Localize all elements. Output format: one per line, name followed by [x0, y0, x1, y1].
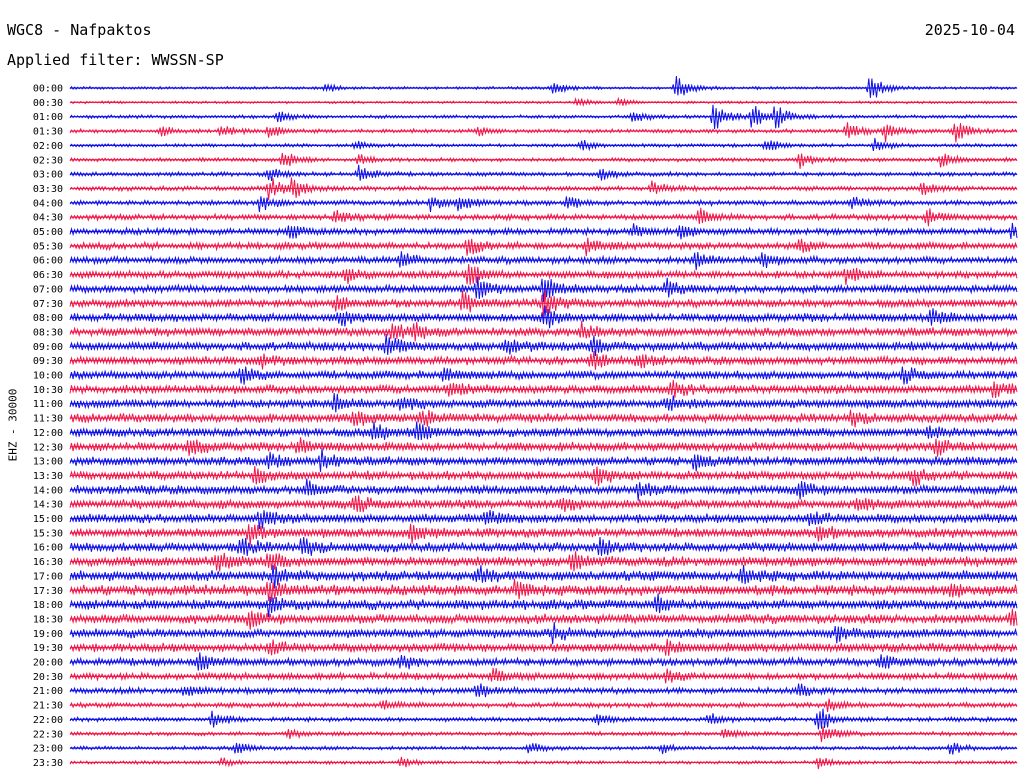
trace-line: [69, 237, 1018, 257]
time-label: 16:30: [33, 557, 63, 568]
time-label: 06:30: [33, 270, 63, 281]
time-label: 02:00: [33, 141, 63, 152]
time-label: 03:00: [33, 170, 63, 181]
time-label: 12:00: [33, 428, 63, 439]
time-label: 13:00: [33, 457, 63, 468]
trace-line: [69, 536, 1018, 556]
time-label: 21:00: [33, 686, 63, 697]
trace-line: [69, 667, 1018, 684]
trace-line: [69, 76, 1018, 98]
time-label: 07:30: [33, 299, 63, 310]
time-label: 19:00: [33, 629, 63, 640]
time-label: 16:00: [33, 543, 63, 554]
trace-line: [69, 448, 1018, 472]
time-label: 09:00: [33, 342, 63, 353]
trace-line: [69, 523, 1018, 546]
time-labels: 00:00 00:30 01:00 01:30 02:00 02:30 03:00 03:30…: [33, 84, 63, 769]
time-label: 00:00: [33, 84, 63, 95]
trace-line: [69, 196, 1018, 213]
time-label: 15:00: [33, 514, 63, 525]
time-label: 09:30: [33, 356, 63, 367]
time-label: 23:30: [33, 758, 63, 769]
time-label: 10:30: [33, 385, 63, 396]
time-label: 18:00: [33, 600, 63, 611]
time-label: 18:30: [33, 614, 63, 625]
time-label: 14:30: [33, 500, 63, 511]
time-label: 12:30: [33, 442, 63, 453]
trace-lines: [69, 76, 1018, 770]
helicorder-plot: 00:00 00:30 01:00 01:30 02:00 02:30 03:00 03:30…: [33, 76, 1018, 770]
time-label: 10:00: [33, 371, 63, 382]
time-label: 11:30: [33, 414, 63, 425]
time-label: 17:30: [33, 586, 63, 597]
trace-line: [69, 466, 1018, 487]
time-label: 06:00: [33, 256, 63, 267]
time-label: 23:00: [33, 744, 63, 755]
trace-line: [69, 137, 1018, 152]
time-label: 00:30: [33, 98, 63, 109]
time-label: 11:00: [33, 399, 63, 410]
trace-line: [69, 421, 1018, 441]
time-label: 22:30: [33, 729, 63, 740]
time-label: 14:00: [33, 485, 63, 496]
time-label: 04:30: [33, 213, 63, 224]
time-label: 21:30: [33, 701, 63, 712]
time-label: 22:00: [33, 715, 63, 726]
trace-line: [69, 152, 1018, 169]
time-label: 08:30: [33, 327, 63, 338]
time-label: 05:30: [33, 241, 63, 252]
trace-line: [69, 509, 1018, 530]
time-label: 19:30: [33, 643, 63, 654]
trace-line: [69, 393, 1018, 413]
time-label: 15:30: [33, 528, 63, 539]
time-label: 13:30: [33, 471, 63, 482]
trace-line: [69, 564, 1018, 589]
time-label: 08:00: [33, 313, 63, 324]
trace-line: [69, 593, 1018, 618]
time-label: 20:00: [33, 658, 63, 669]
trace-line: [69, 164, 1018, 181]
time-label: 02:30: [33, 155, 63, 166]
time-label: 20:30: [33, 672, 63, 683]
time-label: 05:00: [33, 227, 63, 238]
time-label: 01:30: [33, 127, 63, 138]
time-label: 17:00: [33, 571, 63, 582]
time-label: 01:00: [33, 112, 63, 123]
time-label: 03:30: [33, 184, 63, 195]
time-label: 04:00: [33, 198, 63, 209]
time-label: 07:00: [33, 284, 63, 295]
